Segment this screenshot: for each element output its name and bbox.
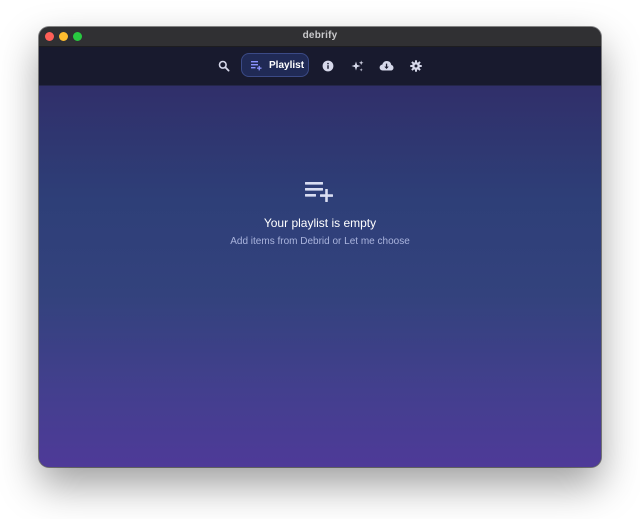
nav-search-button[interactable] [215, 57, 233, 75]
nav-settings-button[interactable] [407, 57, 425, 75]
title-bar[interactable]: debrify [39, 27, 601, 47]
desktop-background: debrify Playlist Your playlist is empty … [0, 0, 640, 519]
gear-icon [410, 60, 422, 72]
nav-playlist-tab[interactable]: Playlist [241, 53, 309, 77]
search-icon [218, 60, 230, 72]
nav-download-button[interactable] [377, 57, 395, 75]
info-icon [322, 60, 334, 72]
playlist-content-area: Your playlist is empty Add items from De… [39, 86, 601, 467]
nav-info-button[interactable] [319, 57, 337, 75]
cloud-download-icon [379, 61, 393, 71]
nav-ai-button[interactable] [348, 57, 366, 75]
playlist-add-icon [305, 182, 333, 202]
sparkles-icon [351, 60, 363, 71]
playlist-icon [251, 60, 262, 70]
empty-state-title: Your playlist is empty [263, 216, 377, 230]
app-window: debrify Playlist Your playlist is empty … [39, 27, 601, 467]
top-nav-bar: Playlist [39, 47, 601, 86]
empty-state-subtitle: Add items from Debrid or Let me choose [230, 236, 410, 247]
window-title: debrify [302, 30, 338, 41]
nav-playlist-label: Playlist [269, 59, 305, 71]
